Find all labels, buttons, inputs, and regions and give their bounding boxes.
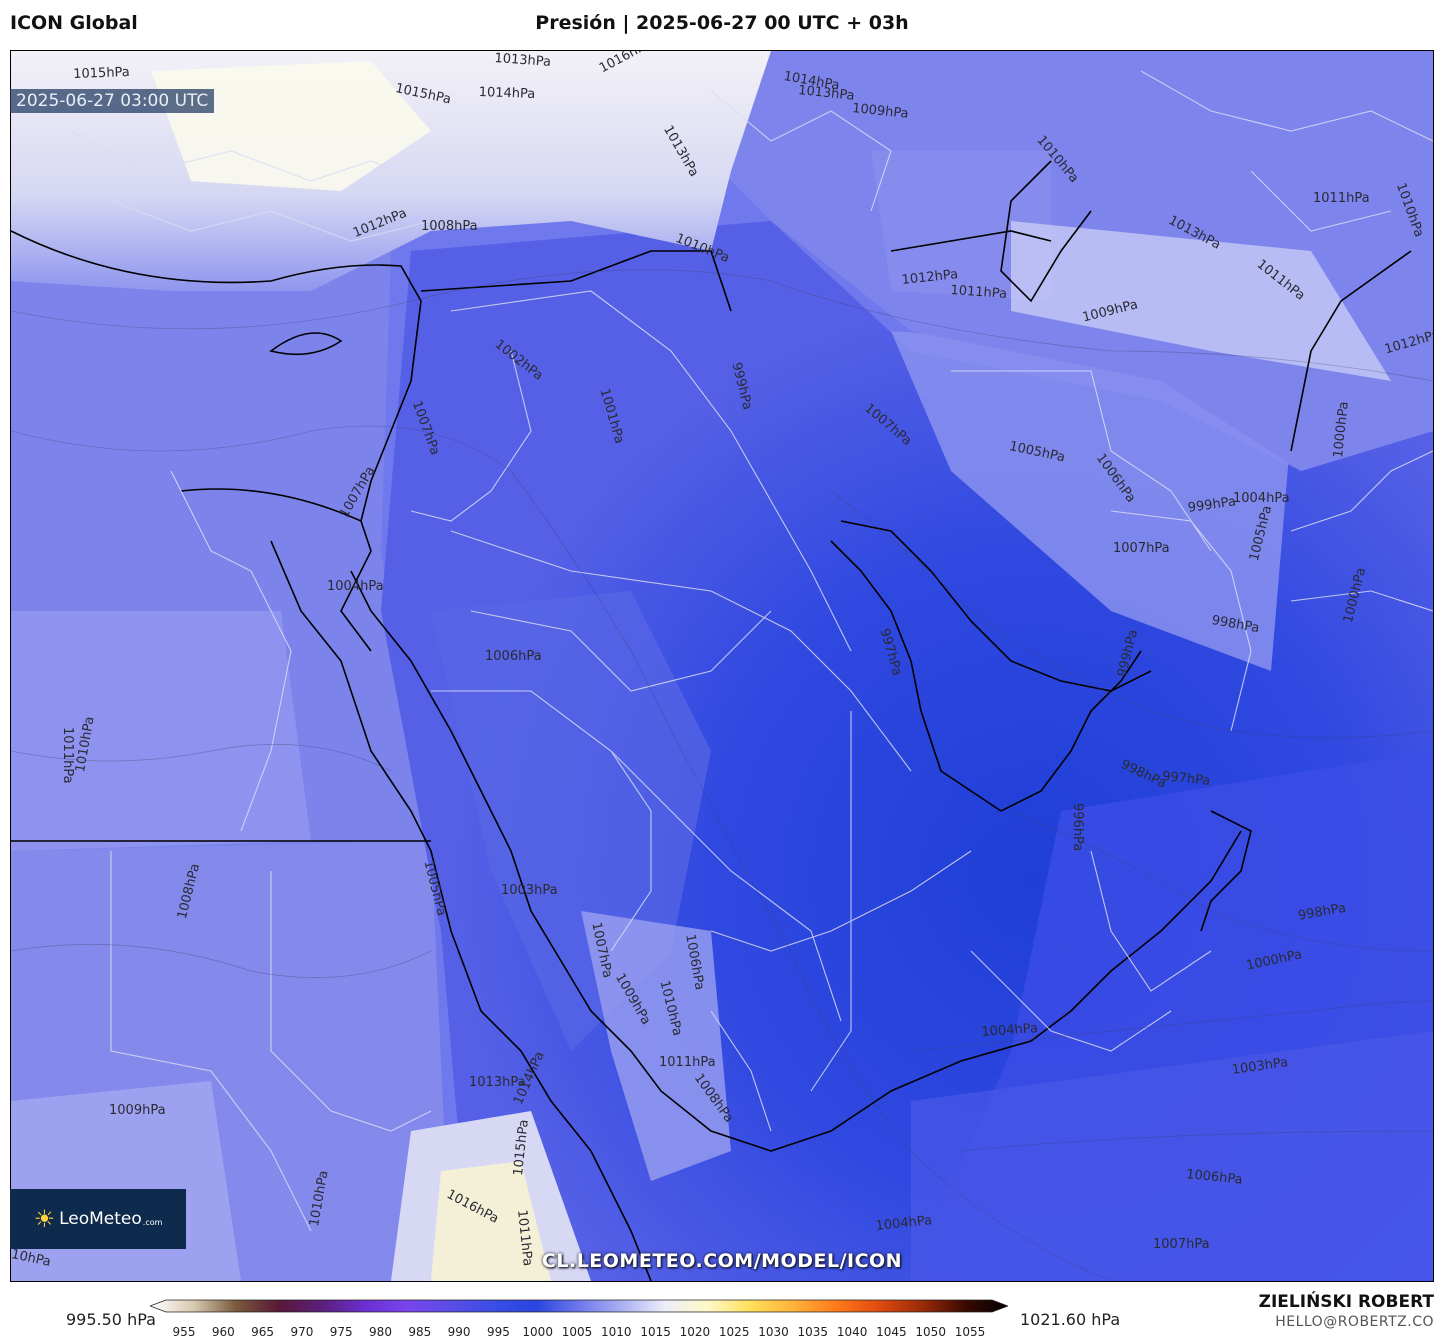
colorbar-tick-label: 965 — [251, 1325, 275, 1339]
valid-time-badge: 2025-06-27 03:00 UTC — [10, 89, 215, 113]
colorbar-tick-label: 1040 — [836, 1325, 868, 1339]
colorbar-tick-label: 1035 — [797, 1325, 829, 1339]
map-title: Presión | 2025-06-27 00 UTC + 03h — [535, 12, 909, 34]
colorbar-tick-label: 955 — [172, 1325, 196, 1339]
colorbar-tick-label: 975 — [329, 1325, 353, 1339]
isobar-label: 1011hPa — [659, 1055, 716, 1070]
isobar-label: 1014hPa — [478, 85, 536, 102]
isobar-label: 1011hPa — [1313, 191, 1370, 206]
colorbar-tick-label: 1005 — [561, 1325, 593, 1339]
colorbar-tick-label: 990 — [447, 1325, 471, 1339]
isobar-label: 1015hPa — [73, 65, 131, 82]
colorbar-tick-label: 1015 — [640, 1325, 671, 1339]
author-email[interactable]: HELLO@ROBERTZ.CO — [1275, 1314, 1434, 1330]
colorbar-tick-label: 1025 — [718, 1325, 750, 1339]
author-credit: ZIELIŃSKI ROBERT — [1258, 1292, 1434, 1312]
source-watermark: CL.LEOMETEO.COM/MODEL/ICON — [541, 1250, 903, 1272]
colorbar-tick-label: 1030 — [758, 1325, 789, 1339]
colorbar-tick-label: 1010 — [601, 1325, 632, 1339]
logo-suffix: .com — [142, 1217, 163, 1227]
isobar-label: 1011hPa — [60, 727, 75, 784]
colorbar-tick-label: 985 — [408, 1325, 432, 1339]
logo-text: LeoMeteo — [59, 1209, 142, 1229]
isobar-label: 1003hPa — [501, 883, 558, 898]
colorbar-tick-label: 970 — [290, 1325, 314, 1339]
colorbar-tick-label: 980 — [369, 1325, 392, 1339]
isobar-label: 1007hPa — [1113, 541, 1170, 556]
pressure-colorbar — [150, 1299, 1008, 1313]
colorbar-tick-label: 1050 — [915, 1325, 946, 1339]
colorbar-tick-label: 960 — [211, 1325, 235, 1339]
colorbar-tick-label: 1045 — [876, 1325, 907, 1339]
isobar-label: 1006hPa — [485, 649, 542, 664]
isobar-label: 1004hPa — [327, 579, 384, 594]
colorbar-tick-label: 995 — [486, 1325, 510, 1339]
pressure-map[interactable]: 1015hPa 1013hPa 1016hPa 1014hPa 1015hPa … — [10, 50, 1434, 1282]
colorbar-tick-label: 1000 — [522, 1325, 553, 1339]
colorbar-ticks: 955 960 965 970 975 980 985 990 995 1000 1005 1010 1… — [0, 1325, 1444, 1339]
isobar-label: 1008hPa — [421, 219, 478, 234]
leometeo-logo[interactable]: ☀ LeoMeteo .com — [10, 1189, 186, 1249]
isobar-label: 1009hPa — [109, 1103, 166, 1118]
sun-icon: ☀ — [33, 1205, 56, 1233]
colorbar-tick-label: 1020 — [679, 1325, 711, 1339]
isobar-label: 996hPa — [1070, 803, 1085, 852]
colorbar-tick-label: 1055 — [954, 1325, 986, 1339]
